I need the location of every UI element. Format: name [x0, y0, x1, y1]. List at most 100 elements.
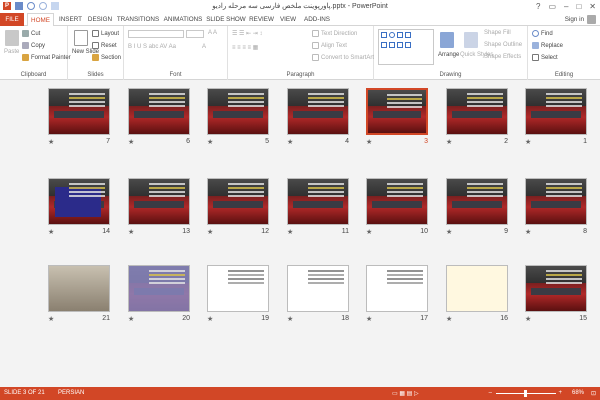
- star-shape-icon[interactable]: [397, 42, 403, 48]
- tab-review[interactable]: REVIEW: [248, 13, 275, 26]
- slide-thumbnail[interactable]: [525, 178, 587, 225]
- account-avatar[interactable]: [587, 15, 596, 24]
- convert-smartart-button[interactable]: Convert to SmartArt: [312, 54, 374, 61]
- tab-transitions[interactable]: TRANSITIONS: [116, 13, 160, 26]
- zoom-slider-knob[interactable]: [524, 390, 527, 397]
- pentagon-shape-icon[interactable]: [389, 42, 395, 48]
- slide-thumbnail[interactable]: [525, 265, 587, 312]
- slide-thumbnail[interactable]: [446, 178, 508, 225]
- convert-smartart-label: Convert to SmartArt: [321, 55, 375, 62]
- format-painter-label: Format Painter: [31, 55, 71, 62]
- tab-animations[interactable]: ANIMATIONS: [162, 13, 204, 26]
- slide-thumbnail[interactable]: [48, 88, 110, 135]
- slide-thumbnail[interactable]: [128, 265, 190, 312]
- zoom-in-icon[interactable]: +: [558, 390, 562, 396]
- align-text-button[interactable]: Align Text: [312, 42, 347, 49]
- slide-thumbnail[interactable]: [366, 178, 428, 225]
- text-direction-button[interactable]: Text Direction: [312, 30, 357, 37]
- select-button[interactable]: Select: [532, 54, 558, 61]
- line-shape-icon[interactable]: [397, 32, 403, 38]
- minimize-icon[interactable]: –: [564, 2, 568, 11]
- font-size-box[interactable]: [186, 30, 204, 38]
- reset-icon: [92, 42, 99, 49]
- slide-transition-icon: ★: [48, 139, 55, 146]
- tab-slide-show[interactable]: SLIDE SHOW: [206, 13, 246, 26]
- font-style-buttons[interactable]: B I U S abc AV Aa: [128, 44, 176, 50]
- arrow-shape-icon[interactable]: [405, 32, 411, 38]
- paste-button[interactable]: Paste: [4, 49, 19, 55]
- slide-thumbnail[interactable]: [366, 265, 428, 312]
- tab-home[interactable]: HOME: [27, 13, 54, 27]
- slide-transition-icon: ★: [525, 316, 532, 323]
- font-group: A A B I U S abc AV Aa A Font: [124, 26, 228, 80]
- slide-thumbnail[interactable]: [446, 88, 508, 135]
- tab-add-ins[interactable]: ADD-INS: [301, 13, 333, 26]
- view-buttons-icon[interactable]: ▭ ▦ ▤ ▷: [392, 390, 419, 397]
- slide-thumbnail[interactable]: [48, 178, 110, 225]
- arrange-button[interactable]: Arrange: [438, 52, 459, 58]
- grow-font-icon[interactable]: A A: [208, 30, 217, 36]
- maximize-icon[interactable]: □: [576, 2, 581, 11]
- arrange-icon[interactable]: [440, 32, 454, 48]
- align-buttons-icon[interactable]: ≡ ≡ ≡ ≡ ▦: [232, 44, 258, 51]
- cut-button[interactable]: Cut: [22, 30, 40, 37]
- slide-thumbnail[interactable]: [287, 88, 349, 135]
- slide-thumbnail[interactable]: [207, 265, 269, 312]
- copy-button[interactable]: Copy: [22, 42, 45, 49]
- slide-thumbnail[interactable]: [207, 178, 269, 225]
- zoom-slider[interactable]: [496, 390, 556, 397]
- slide-thumbnail[interactable]: [128, 88, 190, 135]
- reset-button[interactable]: Reset: [92, 42, 117, 49]
- copy-label: Copy: [31, 43, 46, 50]
- section-button[interactable]: Section: [92, 54, 121, 61]
- shape-outline-button[interactable]: Shape Outline: [484, 42, 522, 48]
- triangle-shape-icon[interactable]: [381, 42, 387, 48]
- slide-sorter: ★ 7 ★ 6 ★ 5 ★ 4 ★ 3 ★ 2 ★ 1 ★ 14 ★ 13 ★ 12 ★ 11 ★ 10 ★ 9 ★ 8 ★ 21 ★ 20 ★…: [0, 81, 600, 387]
- oval-shape-icon[interactable]: [389, 32, 395, 38]
- slide-thumbnail[interactable]: [446, 265, 508, 312]
- quick-styles-icon[interactable]: [464, 32, 478, 48]
- slide-number: 16: [500, 315, 508, 322]
- slide-thumbnail[interactable]: [525, 88, 587, 135]
- help-icon[interactable]: ?: [536, 2, 540, 11]
- font-name-box[interactable]: [128, 30, 184, 38]
- rectangle-shape-icon[interactable]: [381, 32, 387, 38]
- slide-thumbnail[interactable]: [128, 178, 190, 225]
- fit-to-window-icon[interactable]: ⊡: [591, 390, 596, 397]
- tab-view[interactable]: VIEW: [277, 13, 299, 26]
- slide-thumbnail[interactable]: [48, 265, 110, 312]
- tab-insert[interactable]: INSERT: [57, 13, 84, 26]
- paste-icon[interactable]: [5, 30, 19, 46]
- format-painter-button[interactable]: Format Painter: [22, 54, 71, 61]
- shape-fill-button[interactable]: Shape Fill: [484, 30, 511, 36]
- zoom-out-icon[interactable]: –: [489, 390, 492, 396]
- smartart-icon: [312, 54, 319, 61]
- tab-file[interactable]: FILE: [0, 13, 24, 26]
- list-buttons-icon[interactable]: ☰ ☰ ⇤ ⇥ ↕: [232, 30, 262, 37]
- slide-number: 18: [341, 315, 349, 322]
- slide-thumbnail[interactable]: [287, 265, 349, 312]
- slide-transition-icon: ★: [128, 229, 135, 236]
- tab-design[interactable]: DESIGN: [86, 13, 114, 26]
- shape-effects-button[interactable]: Shape Effects: [484, 54, 521, 60]
- replace-label: Replace: [541, 43, 564, 50]
- layout-button[interactable]: Layout: [92, 30, 119, 37]
- shapes-gallery[interactable]: [378, 29, 434, 65]
- font-color-icon[interactable]: A: [202, 44, 206, 50]
- slide-thumbnail[interactable]: [207, 88, 269, 135]
- close-icon[interactable]: ✕: [589, 2, 596, 11]
- replace-button[interactable]: Replace: [532, 42, 563, 49]
- slide-thumbnail[interactable]: [366, 88, 428, 135]
- new-slide-icon[interactable]: [74, 30, 88, 46]
- sign-in-link[interactable]: Sign in: [565, 16, 584, 23]
- paragraph-group: ☰ ☰ ⇤ ⇥ ↕ ≡ ≡ ≡ ≡ ▦ Text Direction Align…: [228, 26, 374, 80]
- ribbon-display-icon[interactable]: ▭: [548, 2, 556, 11]
- zoom-level[interactable]: 68%: [572, 390, 584, 396]
- text-direction-icon: [312, 30, 319, 37]
- select-icon: [532, 54, 539, 61]
- slide-thumbnail[interactable]: [287, 178, 349, 225]
- find-button[interactable]: Find: [532, 30, 553, 37]
- brace-shape-icon[interactable]: [405, 42, 411, 48]
- slide-number: 6: [186, 138, 190, 145]
- language-status[interactable]: PERSIAN: [58, 390, 84, 396]
